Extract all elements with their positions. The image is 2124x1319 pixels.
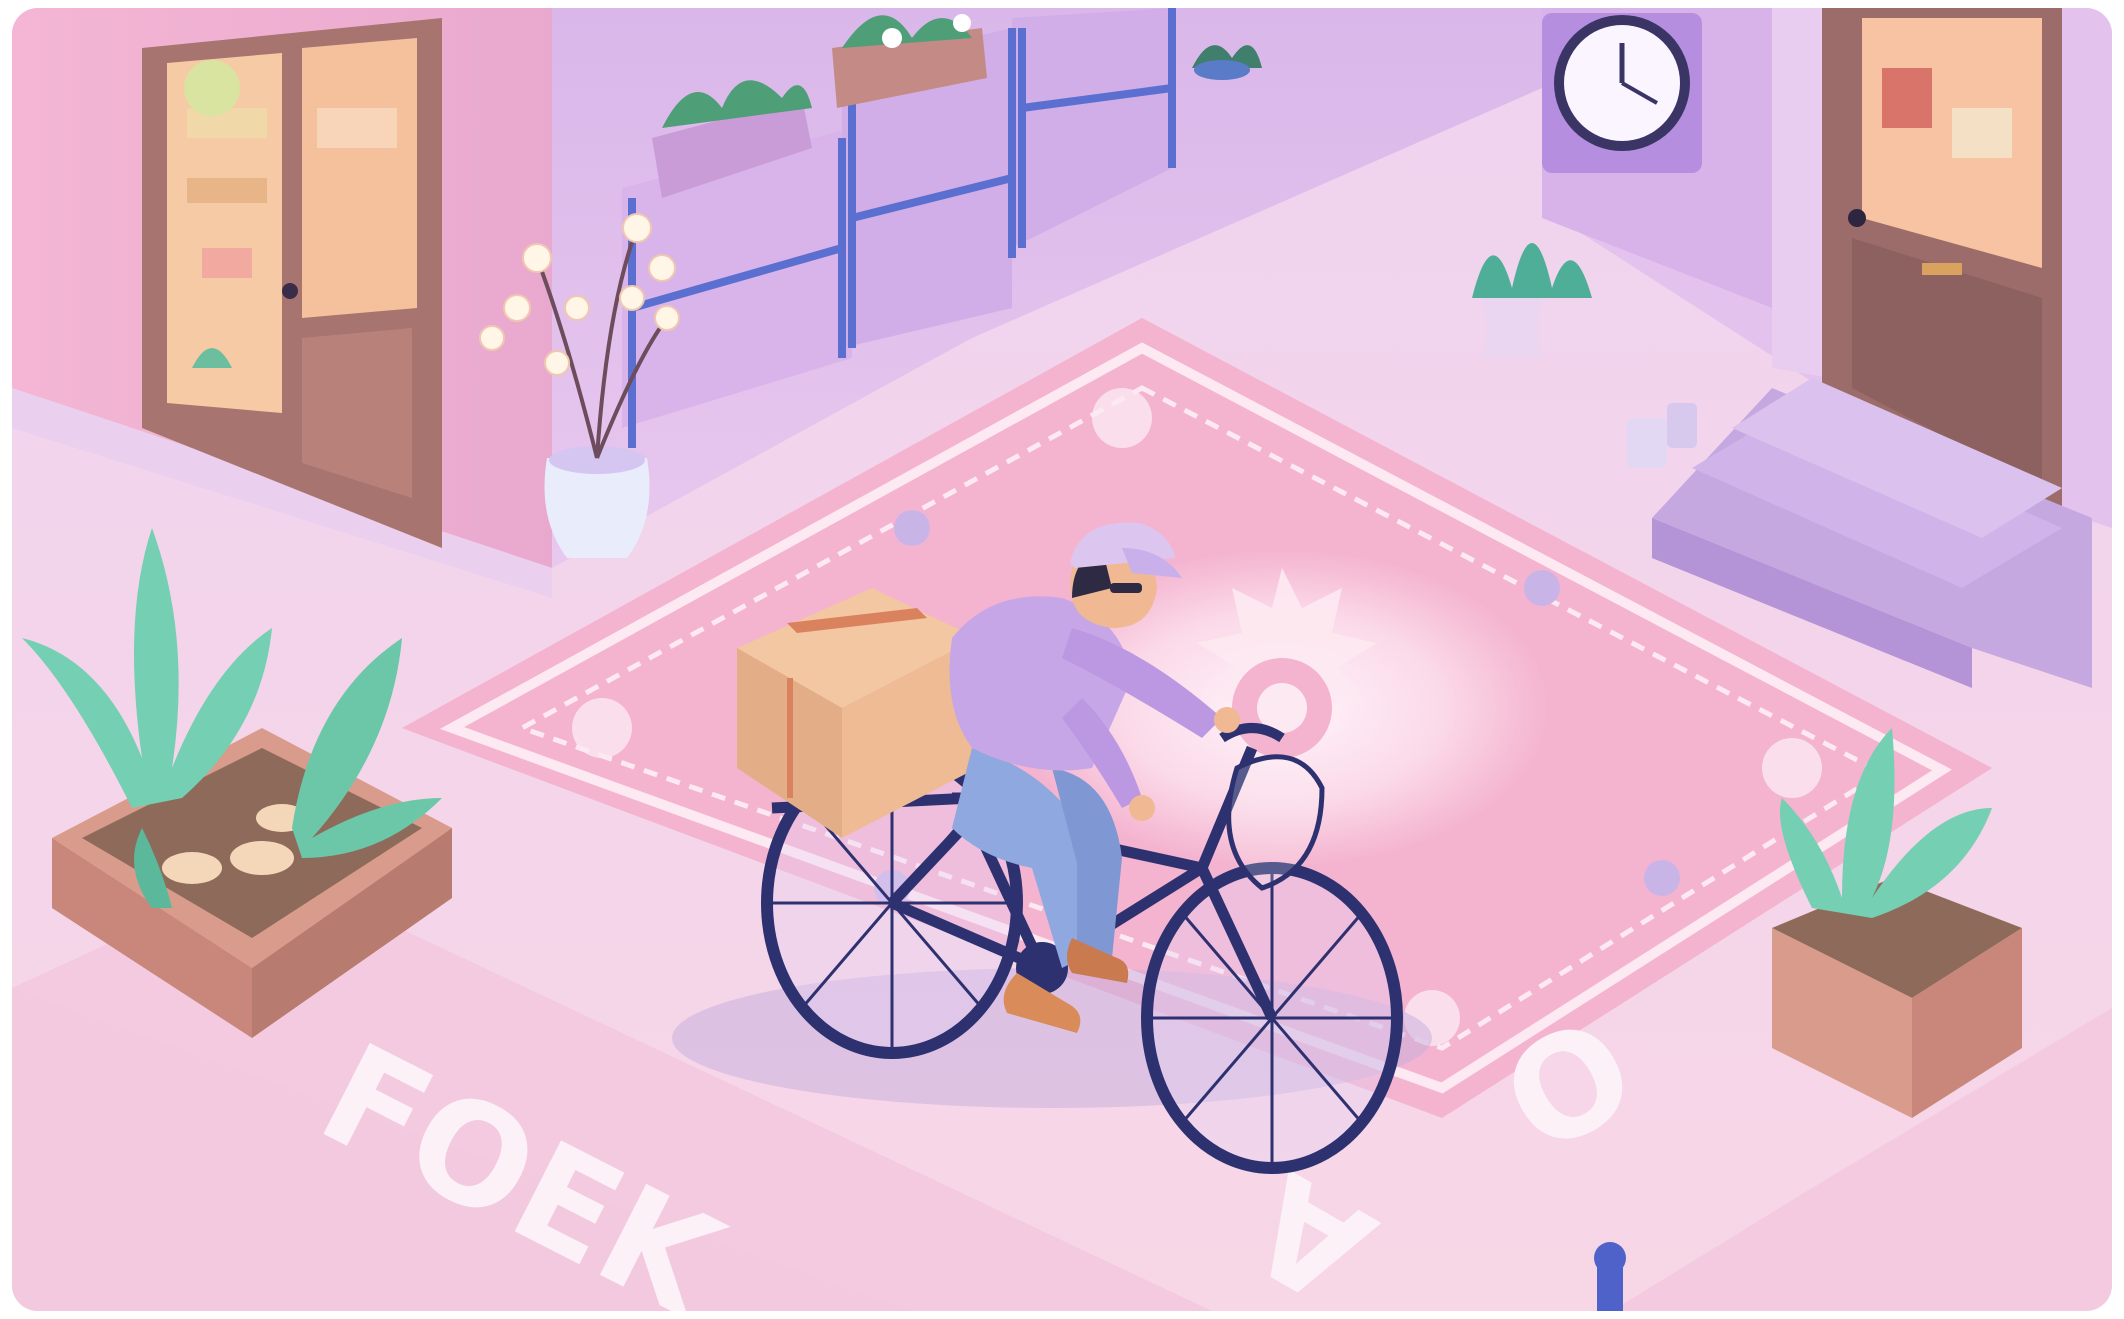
isometric-delivery-scene: FOEK O A <box>12 8 2112 1311</box>
door-knob-icon <box>1848 209 1866 227</box>
scene-frame: FOEK O A <box>12 8 2112 1311</box>
bollard <box>1594 1242 1626 1311</box>
mail-slot <box>1922 263 1962 275</box>
door-handle-icon <box>282 283 298 299</box>
clock-icon <box>1542 13 1702 173</box>
